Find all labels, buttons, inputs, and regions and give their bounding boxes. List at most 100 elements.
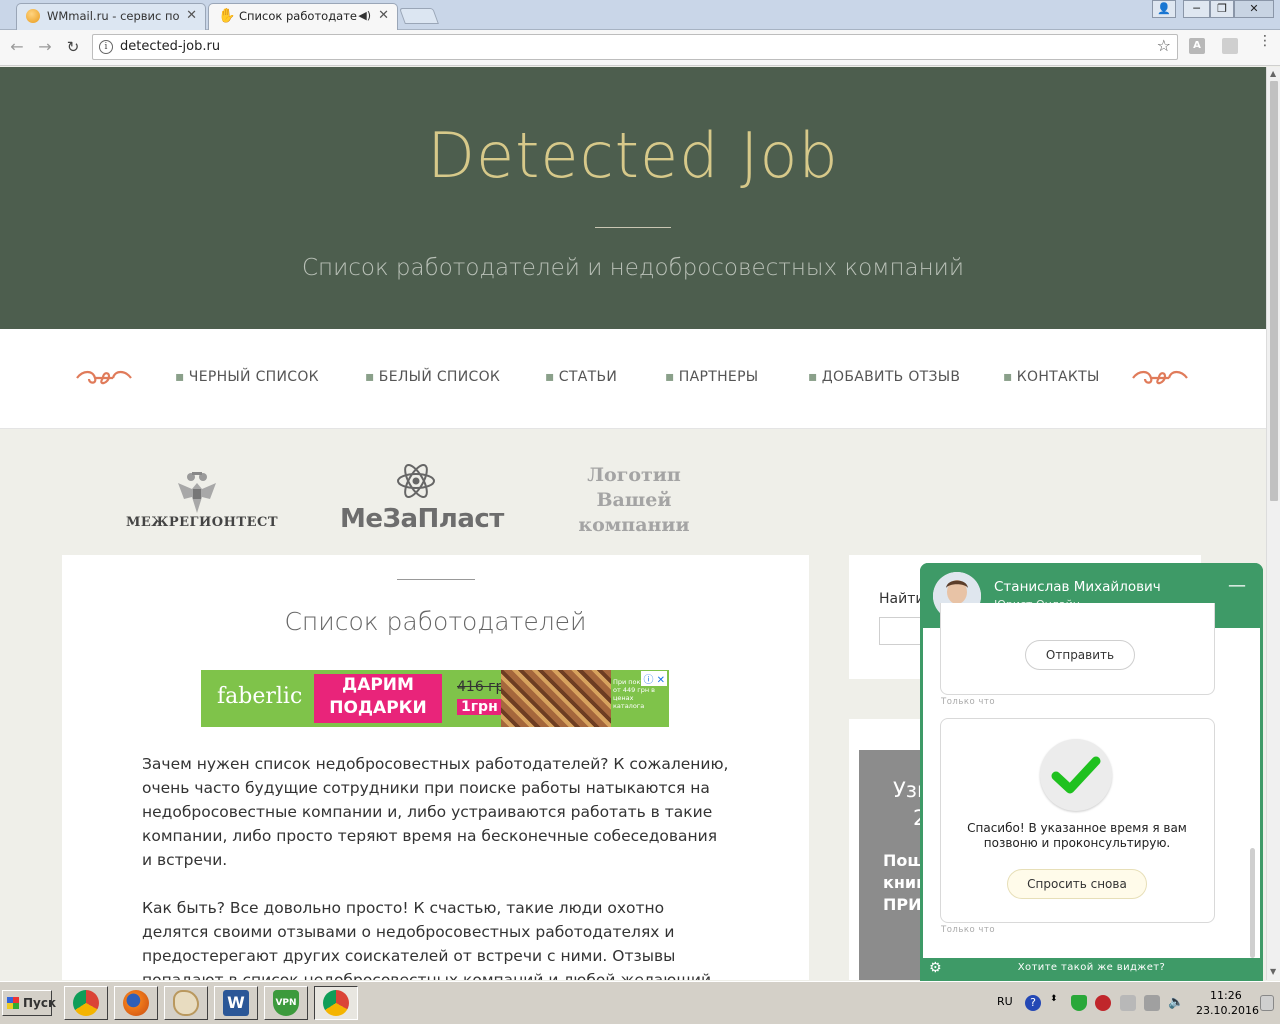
clock-date[interactable]: 23.10.2016 [1196, 1004, 1259, 1017]
faberlic-ad-banner[interactable]: faberlic ДАРИМ ПОДАРКИ 416 грн 1грн При … [201, 670, 669, 727]
new-tab-button[interactable] [399, 8, 439, 24]
atom-icon [397, 464, 435, 498]
nav-partners[interactable]: ▪ ПАРТНЕРЫ [665, 369, 758, 385]
show-desktop-icon[interactable] [1260, 995, 1274, 1011]
ad-promo: ДАРИМ ПОДАРКИ [314, 674, 442, 723]
back-arrow-icon[interactable]: ← [6, 36, 28, 58]
volume-icon[interactable]: 🔈 [1168, 995, 1184, 1011]
site-title[interactable]: Detected Job [0, 119, 1266, 192]
tab-title: Список работодателей [239, 9, 357, 23]
network-icon[interactable] [1120, 995, 1136, 1011]
ad-new-price: 1грн [457, 699, 502, 715]
extension-icon[interactable] [1222, 38, 1238, 54]
article-title: Список работодателей [284, 607, 587, 636]
taskbar-vpn[interactable]: VPN [264, 986, 308, 1020]
firefox-icon [123, 990, 149, 1016]
reload-icon[interactable]: ↻ [62, 36, 84, 58]
site-subtitle: Список работодателей и недобросовестных … [302, 255, 964, 281]
page-scrollbar[interactable]: ▲ ▼ [1266, 67, 1280, 980]
vpn-shield-icon: VPN [273, 990, 299, 1016]
taskbar-paint[interactable] [164, 986, 208, 1020]
chat-footer: ⚙ Хотите такой же виджет? [920, 958, 1263, 981]
logo-text-line: компании [578, 514, 690, 536]
ad-choices-icon[interactable]: ⓘ ✕ [641, 671, 667, 686]
taskbar-chrome[interactable] [64, 986, 108, 1020]
nav-add-review[interactable]: ▪ ДОБАВИТЬ ОТЗЫВ [808, 369, 960, 385]
taskbar-word[interactable]: W [214, 986, 258, 1020]
scroll-down-icon[interactable]: ▼ [1270, 967, 1276, 976]
logo-text-line: Вашей [596, 489, 672, 511]
taskbar-firefox[interactable] [114, 986, 158, 1020]
nav-contacts[interactable]: ▪ КОНТАКТЫ [1003, 369, 1100, 385]
chat-message-confirmation: Спасибо! В указанное время я вам позвоню… [940, 718, 1215, 923]
chrome-icon [73, 990, 99, 1016]
scrollbar-thumb[interactable] [1270, 81, 1278, 501]
message-timestamp: Только что [941, 697, 996, 707]
ornament-right-icon [1132, 370, 1188, 385]
star-icon[interactable]: ☆ [1157, 36, 1171, 55]
maximize-button[interactable]: ❐ [1210, 0, 1234, 18]
nav-whitelist[interactable]: ▪ БЕЛЫЙ СПИСОК [365, 369, 500, 385]
chrome-icon [323, 990, 349, 1016]
minimize-button[interactable]: ─ [1183, 0, 1210, 18]
logo-text: МеЗаПласт [340, 504, 504, 534]
partner-logo-mezhregiontest[interactable]: МЕЖРЕГИОНТЕСТ [126, 469, 278, 530]
nav-blacklist[interactable]: ▪ ЧЕРНЫЙ СПИСОК [175, 369, 319, 385]
chat-message-form: Отправить [940, 603, 1215, 695]
divider [397, 579, 475, 580]
extension-a-icon[interactable]: A [1189, 38, 1205, 54]
article-paragraph: Как быть? Все довольно просто! К счастью… [142, 899, 712, 980]
ad-brand: faberlic [217, 684, 303, 709]
chat-scrollbar[interactable] [1250, 848, 1255, 958]
widget-promo-link[interactable]: Хотите такой же виджет? [920, 962, 1263, 973]
partner-logo-placeholder[interactable]: Логотип Вашей компании [568, 463, 700, 538]
paint-palette-icon [173, 990, 199, 1016]
ornament-left-icon [76, 370, 132, 385]
minimize-icon[interactable]: — [1228, 575, 1246, 596]
window-close-button[interactable]: ✕ [1234, 0, 1274, 18]
send-button[interactable]: Отправить [1025, 640, 1135, 670]
promo-text: Пош книг ПРИ [883, 851, 925, 914]
main-navigation: ▪ ЧЕРНЫЙ СПИСОК ▪ БЕЛЫЙ СПИСОК ▪ СТАТЬИ ▪ ПА… [0, 329, 1266, 429]
browser-menu-icon[interactable]: ⋮ [1258, 34, 1272, 48]
close-icon[interactable]: ✕ [186, 4, 197, 28]
tab-wmmail[interactable]: WMmail.ru - сервис почтов ✕ [16, 3, 206, 30]
start-label: Пуск [23, 996, 57, 1010]
blocked-icon[interactable] [1095, 995, 1111, 1011]
word-icon: W [223, 990, 249, 1016]
info-icon[interactable]: i [99, 40, 113, 54]
profile-icon[interactable]: 👤 [1152, 0, 1176, 18]
speaker-icon[interactable]: ◀) [358, 4, 371, 28]
security-shield-icon[interactable] [1071, 995, 1087, 1011]
start-button[interactable]: Пуск [2, 990, 56, 1016]
agent-name: Станислав Михайлович [994, 579, 1161, 595]
tab-title: WMmail.ru - сервис почтов [47, 9, 179, 23]
search-label: Найти [879, 591, 925, 607]
url-text[interactable]: detected-job.ru [120, 35, 220, 59]
scroll-up-icon[interactable]: ▲ [1270, 69, 1276, 78]
address-bar[interactable]: i detected-job.ru ☆ [92, 34, 1178, 60]
help-icon[interactable]: ? [1025, 995, 1041, 1011]
nav-articles[interactable]: ▪ СТАТЬИ [545, 369, 617, 385]
monitor-icon[interactable] [1144, 995, 1160, 1011]
site-header: Detected Job Список работодателей и недо… [0, 67, 1266, 329]
checkmark-icon [1040, 739, 1112, 811]
forward-arrow-icon[interactable]: → [34, 36, 56, 58]
chat-widget: Станислав Михайлович Юрист Онлайн — Отпр… [920, 563, 1263, 981]
tab-detected-job[interactable]: ✋ Список работодателей ◀) ✕ [208, 3, 398, 30]
confirmation-text: Спасибо! В указанное время я вам позвоню… [967, 821, 1187, 850]
partner-logos: МЕЖРЕГИОНТЕСТ МеЗаПласт Логотип Вашей ко… [0, 429, 1266, 554]
ad-product-image [501, 670, 611, 727]
close-icon[interactable]: ✕ [378, 4, 389, 28]
partner-logo-mezaplast[interactable]: МеЗаПласт [340, 461, 504, 534]
wmmail-favicon-icon [26, 9, 40, 23]
ask-again-button[interactable]: Спросить снова [1007, 869, 1147, 899]
tray-expand-icon[interactable]: ⬍ [1050, 995, 1066, 1011]
taskbar-chrome-active[interactable] [314, 986, 358, 1020]
language-indicator[interactable]: RU [997, 995, 1013, 1008]
browser-tab-strip: WMmail.ru - сервис почтов ✕ ✋ Список раб… [0, 0, 1280, 30]
clock-time[interactable]: 11:26 [1210, 989, 1242, 1002]
windows-taskbar: Пуск W VPN RU ? ⬍ 🔈 11:26 23.10.2016 [0, 981, 1280, 1024]
article-paragraph: Зачем нужен список недобросовестных рабо… [142, 755, 729, 869]
browser-toolbar: ← → ↻ i detected-job.ru ☆ A ⋮ [0, 30, 1280, 66]
